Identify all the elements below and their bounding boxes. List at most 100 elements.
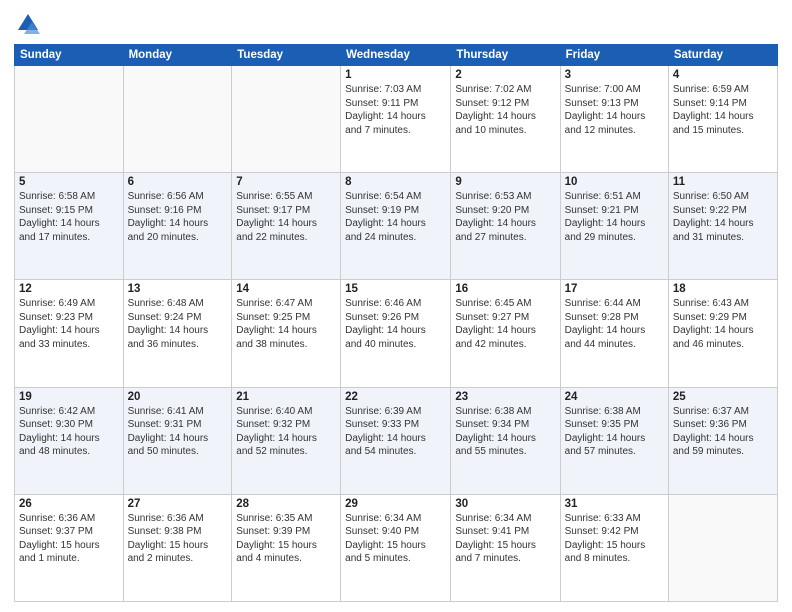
day-info: Sunrise: 6:45 AM Sunset: 9:27 PM Dayligh…: [455, 297, 555, 351]
day-info: Sunrise: 6:44 AM Sunset: 9:28 PM Dayligh…: [565, 297, 664, 351]
day-info: Sunrise: 6:47 AM Sunset: 9:25 PM Dayligh…: [236, 297, 336, 351]
day-info: Sunrise: 6:34 AM Sunset: 9:41 PM Dayligh…: [455, 512, 555, 566]
calendar-cell: 31 Sunrise: 6:33 AM Sunset: 9:42 PM Dayli…: [560, 494, 668, 601]
day-info: Sunrise: 6:54 AM Sunset: 9:19 PM Dayligh…: [345, 190, 446, 244]
calendar-cell: 11Sunrise: 6:50 AM Sunset: 9:22 PM Dayli…: [668, 173, 777, 280]
day-info: Sunrise: 6:43 AM Sunset: 9:29 PM Dayligh…: [673, 297, 773, 351]
day-number: 17: [565, 283, 664, 295]
calendar-week-row: 12 Sunrise: 6:49 AM Sunset: 9:23 PM Dayli…: [15, 280, 778, 387]
day-info: Sunrise: 6:38 AM Sunset: 9:34 PM Dayligh…: [455, 405, 555, 459]
day-info: Sunrise: 6:40 AM Sunset: 9:32 PM Dayligh…: [236, 405, 336, 459]
day-number: 13: [128, 283, 228, 295]
day-info: Sunrise: 6:59 AM Sunset: 9:14 PM Dayligh…: [673, 83, 773, 137]
day-info: Sunrise: 7:02 AM Sunset: 9:12 PM Dayligh…: [455, 83, 555, 137]
calendar-cell: 14Sunrise: 6:47 AM Sunset: 9:25 PM Dayli…: [232, 280, 341, 387]
day-number: 28: [236, 498, 336, 510]
day-info: Sunrise: 6:41 AM Sunset: 9:31 PM Dayligh…: [128, 405, 228, 459]
calendar-cell: 18 Sunrise: 6:43 AM Sunset: 9:29 PM Dayli…: [668, 280, 777, 387]
header: [14, 10, 778, 38]
day-number: 15: [345, 283, 446, 295]
day-number: 16: [455, 283, 555, 295]
day-number: 29: [345, 498, 446, 510]
day-number: 26: [19, 498, 119, 510]
calendar-cell: 15Sunrise: 6:46 AM Sunset: 9:26 PM Dayli…: [341, 280, 451, 387]
day-number: 6: [128, 176, 228, 188]
day-info: Sunrise: 6:48 AM Sunset: 9:24 PM Dayligh…: [128, 297, 228, 351]
day-number: 10: [565, 176, 664, 188]
day-number: 27: [128, 498, 228, 510]
calendar-cell: 10 Sunrise: 6:51 AM Sunset: 9:21 PM Dayli…: [560, 173, 668, 280]
col-wednesday: Wednesday: [341, 45, 451, 66]
calendar-cell: 9 Sunrise: 6:53 AM Sunset: 9:20 PM Daylig…: [451, 173, 560, 280]
logo-icon: [14, 10, 42, 38]
calendar-cell: 1 Sunrise: 7:03 AM Sunset: 9:11 PM Daylig…: [341, 66, 451, 173]
day-number: 21: [236, 391, 336, 403]
calendar-week-row: 26 Sunrise: 6:36 AM Sunset: 9:37 PM Dayli…: [15, 494, 778, 601]
calendar-table: Sunday Monday Tuesday Wednesday Thursday…: [14, 44, 778, 602]
calendar-cell: [123, 66, 232, 173]
day-number: 9: [455, 176, 555, 188]
calendar-cell: 28 Sunrise: 6:35 AM Sunset: 9:39 PM Dayli…: [232, 494, 341, 601]
page: Sunday Monday Tuesday Wednesday Thursday…: [0, 0, 792, 612]
day-info: Sunrise: 6:56 AM Sunset: 9:16 PM Dayligh…: [128, 190, 228, 244]
calendar-cell: 12 Sunrise: 6:49 AM Sunset: 9:23 PM Dayli…: [15, 280, 124, 387]
day-number: 12: [19, 283, 119, 295]
day-number: 8: [345, 176, 446, 188]
calendar-cell: [232, 66, 341, 173]
calendar-cell: 4 Sunrise: 6:59 AM Sunset: 9:14 PM Daylig…: [668, 66, 777, 173]
day-info: Sunrise: 6:49 AM Sunset: 9:23 PM Dayligh…: [19, 297, 119, 351]
calendar-cell: 6 Sunrise: 6:56 AM Sunset: 9:16 PM Daylig…: [123, 173, 232, 280]
calendar-cell: 20 Sunrise: 6:41 AM Sunset: 9:31 PM Dayli…: [123, 387, 232, 494]
calendar-cell: 30 Sunrise: 6:34 AM Sunset: 9:41 PM Dayli…: [451, 494, 560, 601]
calendar-cell: 25Sunrise: 6:37 AM Sunset: 9:36 PM Dayli…: [668, 387, 777, 494]
day-number: 18: [673, 283, 773, 295]
day-number: 5: [19, 176, 119, 188]
col-sunday: Sunday: [15, 45, 124, 66]
day-info: Sunrise: 6:33 AM Sunset: 9:42 PM Dayligh…: [565, 512, 664, 566]
day-number: 24: [565, 391, 664, 403]
day-number: 3: [565, 69, 664, 81]
day-number: 20: [128, 391, 228, 403]
day-info: Sunrise: 6:34 AM Sunset: 9:40 PM Dayligh…: [345, 512, 446, 566]
day-info: Sunrise: 6:36 AM Sunset: 9:37 PM Dayligh…: [19, 512, 119, 566]
col-tuesday: Tuesday: [232, 45, 341, 66]
day-info: Sunrise: 6:51 AM Sunset: 9:21 PM Dayligh…: [565, 190, 664, 244]
calendar-cell: 8 Sunrise: 6:54 AM Sunset: 9:19 PM Daylig…: [341, 173, 451, 280]
day-info: Sunrise: 6:53 AM Sunset: 9:20 PM Dayligh…: [455, 190, 555, 244]
day-info: Sunrise: 6:36 AM Sunset: 9:38 PM Dayligh…: [128, 512, 228, 566]
calendar-cell: 3 Sunrise: 7:00 AM Sunset: 9:13 PM Daylig…: [560, 66, 668, 173]
calendar-cell: [15, 66, 124, 173]
calendar-cell: 23Sunrise: 6:38 AM Sunset: 9:34 PM Dayli…: [451, 387, 560, 494]
day-info: Sunrise: 6:58 AM Sunset: 9:15 PM Dayligh…: [19, 190, 119, 244]
day-info: Sunrise: 6:39 AM Sunset: 9:33 PM Dayligh…: [345, 405, 446, 459]
calendar-week-row: 19 Sunrise: 6:42 AM Sunset: 9:30 PM Dayli…: [15, 387, 778, 494]
day-number: 2: [455, 69, 555, 81]
day-info: Sunrise: 6:50 AM Sunset: 9:22 PM Dayligh…: [673, 190, 773, 244]
day-number: 25: [673, 391, 773, 403]
day-info: Sunrise: 6:55 AM Sunset: 9:17 PM Dayligh…: [236, 190, 336, 244]
calendar-cell: 16 Sunrise: 6:45 AM Sunset: 9:27 PM Dayli…: [451, 280, 560, 387]
day-info: Sunrise: 6:38 AM Sunset: 9:35 PM Dayligh…: [565, 405, 664, 459]
day-number: 22: [345, 391, 446, 403]
calendar-cell: 29 Sunrise: 6:34 AM Sunset: 9:40 PM Dayli…: [341, 494, 451, 601]
day-number: 19: [19, 391, 119, 403]
calendar-cell: 17 Sunrise: 6:44 AM Sunset: 9:28 PM Dayli…: [560, 280, 668, 387]
logo: [14, 10, 46, 38]
calendar-cell: 7Sunrise: 6:55 AM Sunset: 9:17 PM Daylig…: [232, 173, 341, 280]
day-number: 31: [565, 498, 664, 510]
day-number: 30: [455, 498, 555, 510]
day-info: Sunrise: 7:03 AM Sunset: 9:11 PM Dayligh…: [345, 83, 446, 137]
calendar-cell: 22 Sunrise: 6:39 AM Sunset: 9:33 PM Dayli…: [341, 387, 451, 494]
calendar-cell: 26 Sunrise: 6:36 AM Sunset: 9:37 PM Dayli…: [15, 494, 124, 601]
col-monday: Monday: [123, 45, 232, 66]
day-number: 4: [673, 69, 773, 81]
day-info: Sunrise: 6:42 AM Sunset: 9:30 PM Dayligh…: [19, 405, 119, 459]
calendar-cell: 19 Sunrise: 6:42 AM Sunset: 9:30 PM Dayli…: [15, 387, 124, 494]
day-info: Sunrise: 7:00 AM Sunset: 9:13 PM Dayligh…: [565, 83, 664, 137]
day-number: 1: [345, 69, 446, 81]
calendar-cell: 21 Sunrise: 6:40 AM Sunset: 9:32 PM Dayli…: [232, 387, 341, 494]
day-info: Sunrise: 6:35 AM Sunset: 9:39 PM Dayligh…: [236, 512, 336, 566]
calendar-cell: 5 Sunrise: 6:58 AM Sunset: 9:15 PM Daylig…: [15, 173, 124, 280]
calendar-cell: 27 Sunrise: 6:36 AM Sunset: 9:38 PM Dayli…: [123, 494, 232, 601]
calendar-header-row: Sunday Monday Tuesday Wednesday Thursday…: [15, 45, 778, 66]
